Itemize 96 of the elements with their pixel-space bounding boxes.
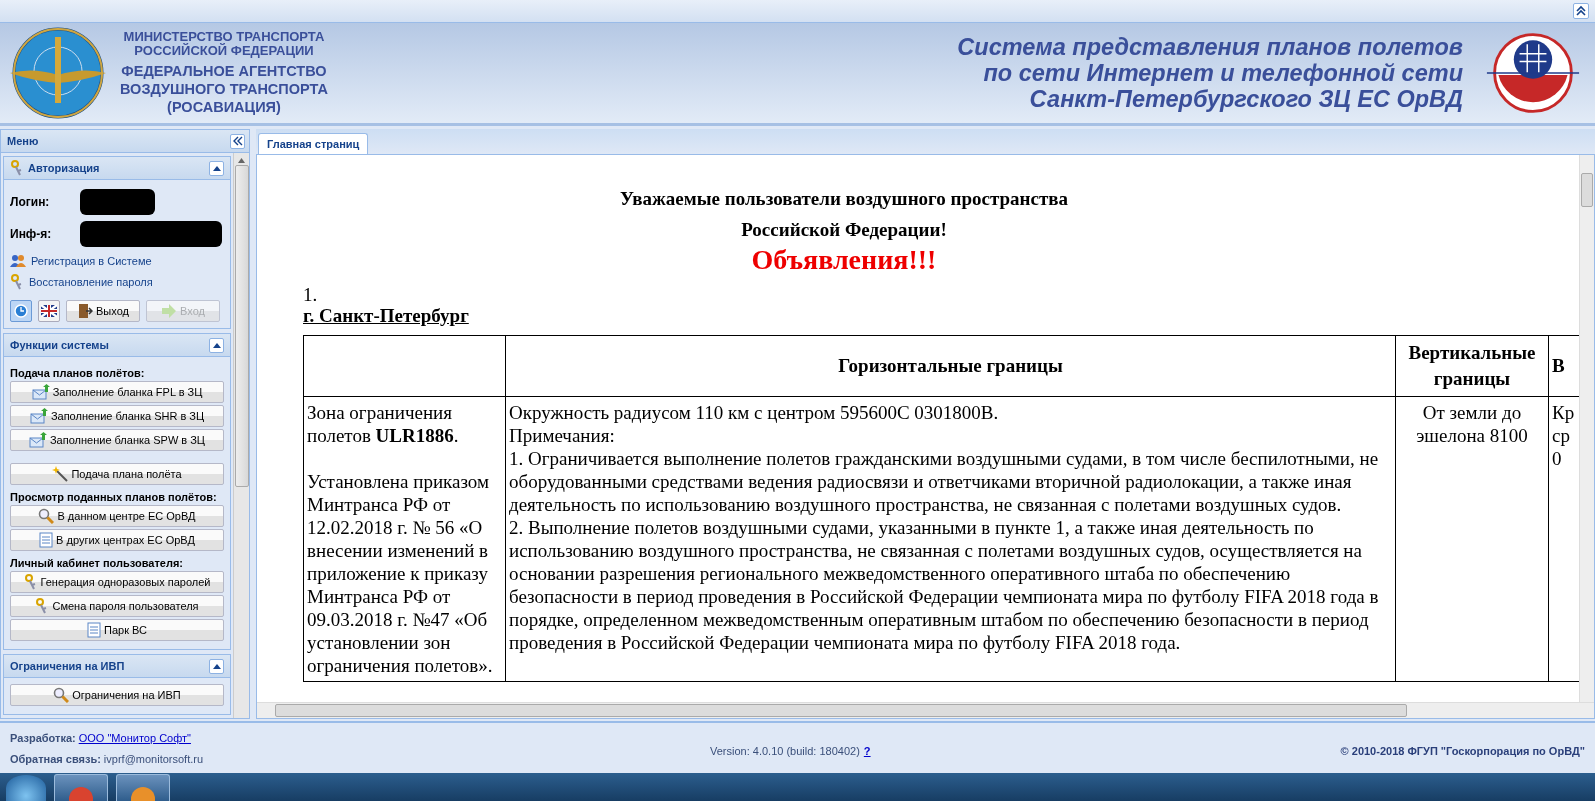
content-horizontal-scrollbar[interactable]: [257, 702, 1594, 718]
double-chevron-up-icon: [1575, 5, 1587, 17]
sidebar-link[interactable]: Восстановление пароля: [29, 275, 153, 288]
content-vertical-scrollbar[interactable]: [1579, 155, 1594, 702]
menu-button[interactable]: Подача плана полёта: [10, 463, 224, 485]
section-heading: Личный кабинет пользователя:: [10, 557, 185, 569]
app-icon: [131, 787, 155, 801]
logout-button[interactable]: Выход: [66, 300, 140, 322]
key-icon: [23, 574, 38, 590]
table-cell-text: 0: [1552, 447, 1563, 470]
announcement-title: Объявления!!!: [750, 245, 938, 275]
version-text: Version: 4.0.10 (build: 180402): [710, 745, 860, 757]
table-cell-text: Зона ограничения полетов ULR1886.: [307, 401, 460, 447]
feedback-email: ivprf@monitorsoft.ru: [103, 752, 204, 765]
help-link[interactable]: ?: [863, 745, 871, 757]
start-button[interactable]: [6, 775, 46, 801]
section-heading: Просмотр поданных планов полётов:: [10, 491, 218, 503]
collapse-header-button[interactable]: [1573, 3, 1589, 19]
search-icon: [53, 687, 70, 703]
panel-title: Ограничения на ИВП: [10, 660, 125, 672]
panel-title: Авторизация: [28, 162, 100, 174]
double-chevron-left-icon: [232, 136, 243, 146]
envelope-upload-icon: [31, 384, 50, 400]
menu-button[interactable]: Заполнение бланка FPL в ЗЦ: [10, 381, 224, 403]
collapse-panel-button[interactable]: [209, 160, 224, 176]
scrollbar-thumb[interactable]: [234, 165, 249, 487]
clock-toggle-button[interactable]: [10, 300, 32, 322]
menu-title: Меню: [7, 135, 39, 147]
greeting-text: Уважаемые пользователи воздушного пространства: [618, 187, 1070, 211]
search-icon: [38, 508, 55, 524]
city-heading: г. Санкт-Петербург: [303, 305, 470, 327]
taskbar-app-button[interactable]: [116, 774, 170, 801]
menu-button[interactable]: Ограничения на ИВП: [10, 684, 224, 706]
section-heading: Подача планов полётов:: [10, 367, 146, 379]
column-header: Вертикальные границы: [1408, 342, 1536, 389]
column-header: Горизонтальные границы: [838, 355, 1063, 376]
table-cell-text: Примечания:: [509, 424, 616, 447]
menu-button[interactable]: В данном центре ЕС ОрВД: [10, 505, 224, 527]
envelope-upload-icon: [28, 432, 47, 448]
copyright-text: © 2010-2018 ФГУП "Госкорпорация по ОрВД": [1340, 745, 1585, 757]
agency-name: ФЕДЕРАЛЬНОЕ АГЕНТСТВО: [120, 62, 328, 80]
developer-label: Разработка:: [10, 731, 76, 744]
triangle-up-icon: [212, 165, 221, 171]
developer-link[interactable]: ООО "Монитор Софт": [78, 731, 191, 744]
field-label: Инф-я:: [10, 227, 53, 241]
item-number: 1.: [303, 285, 319, 305]
clock-icon: [14, 304, 28, 318]
table-cell-text: Установлена приказом Минтранса РФ от 12.02.2018 г. № 56 «О внесении изменений в приложение к приказу Минтранса РФ от 09.03.2018 г. №47 «Об установлении зон ограничения полетов».: [307, 470, 494, 677]
door-icon: [77, 303, 94, 319]
scrollbar-thumb[interactable]: [1581, 173, 1593, 207]
ministry-name: РОССИЙСКОЙ ФЕДЕРАЦИИ: [133, 44, 315, 58]
table-cell-text: ср: [1552, 424, 1571, 447]
field-label: Логин:: [10, 195, 51, 209]
sidebar-link[interactable]: Регистрация в Системе: [31, 254, 152, 267]
page-tab[interactable]: Главная страниц: [258, 133, 369, 154]
greeting-text: Российской Федерации!: [740, 218, 948, 242]
table-cell-text: Окружность радиусом 110 км с центром 595600С 0301800В.: [509, 401, 1000, 424]
agency-name: (РОСАВИАЦИЯ): [166, 98, 282, 116]
scrollbar-thumb[interactable]: [275, 704, 1407, 717]
sidebar-scrollbar[interactable]: [233, 153, 249, 718]
table-cell-text: 1. Ограничивается выполнение полетов гражданскими воздушными судами, в том числе беспилотными, не оборудованными средствами ведения радиосвязи и ответчиками вторичной радиолокации, а также иная деятельность по использованию воздушного пространства, не связанная с полетами воздушных судов.: [509, 447, 1380, 516]
menu-button[interactable]: Парк ВС: [10, 619, 224, 641]
panel-title: Функции системы: [10, 339, 109, 351]
envelope-upload-icon: [29, 408, 48, 424]
collapse-panel-button[interactable]: [209, 337, 224, 353]
app-icon: [69, 787, 93, 801]
magic-wand-icon: [52, 466, 69, 482]
menu-button[interactable]: Смена пароля пользователя: [10, 595, 224, 617]
collapse-panel-button[interactable]: [209, 658, 224, 674]
system-title: по сети Интернет и телефонной сети: [982, 60, 1463, 86]
document-list-icon: [39, 532, 54, 548]
menu-button[interactable]: Генерация одноразовых паролей: [10, 571, 224, 593]
collapse-menu-button[interactable]: [230, 133, 245, 149]
document-list-icon: [87, 622, 102, 638]
menu-button[interactable]: Заполнение бланка SHR в ЗЦ: [10, 405, 224, 427]
flag-icon: [41, 305, 57, 317]
table-cell-text: 2. Выполнение полетов воздушными судами, указанными в пункте 1, а также иная деятельность по использованию воздушного пространства, не связанная с полетами воздушных судов, осуществляется на основании разрешения регионального межведомственного оперативного штаба по обеспечению безопасности в период проведения в Российской Федерации чемпионата мира по футболу FIFA 2018 года в порядке, определенном межведомственным оперативным штабом по обеспечению безопасности в период проведения в Российской Федерации чемпионата мира по футболу FIFA 2018 года.: [509, 516, 1380, 654]
ministry-name: МИНИСТЕРСТВО ТРАНСПОРТА: [122, 30, 326, 44]
users-icon: [10, 253, 26, 268]
system-title: Система представления планов полетов: [957, 34, 1463, 60]
table-cell-text: От земли до эшелона 8100: [1415, 401, 1529, 447]
flag-toggle-button[interactable]: [38, 300, 60, 322]
arrow-right-icon: [161, 304, 178, 318]
key-icon: [10, 160, 24, 176]
scroll-up-arrow-icon[interactable]: [238, 158, 245, 163]
column-header: В: [1552, 355, 1565, 376]
triangle-up-icon: [212, 663, 221, 669]
system-title: Санкт-Петербургского ЗЦ ЕС ОрВД: [1028, 86, 1463, 112]
taskbar-app-button[interactable]: [54, 774, 108, 801]
menu-button[interactable]: Заполнение бланка SPW в ЗЦ: [10, 429, 224, 451]
table-cell-text: Кр: [1552, 401, 1576, 424]
menu-button[interactable]: В других центрах ЕС ОрВД: [10, 529, 224, 551]
agency-name: ВОЗДУШНОГО ТРАНСПОРТА: [120, 80, 328, 98]
key-icon: [10, 273, 24, 290]
triangle-up-icon: [212, 342, 221, 348]
feedback-label: Обратная связь:: [10, 752, 101, 765]
